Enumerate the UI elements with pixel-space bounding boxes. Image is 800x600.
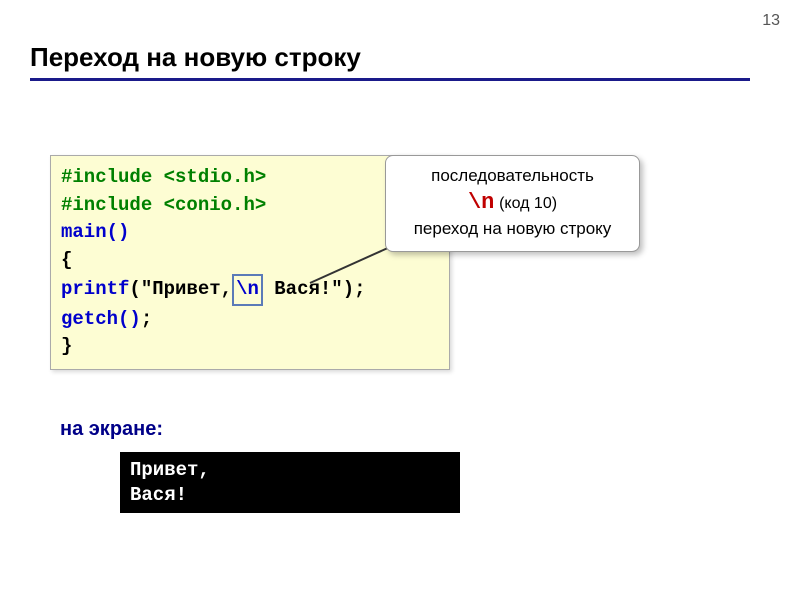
callout-symbol: \n [468,190,494,215]
callout-text: переход на новую строку [396,219,629,239]
callout-code10: (код 10) [499,195,557,212]
title-underline [30,78,750,81]
code-text: (" [129,278,152,300]
output-block: Привет, Вася! [120,452,460,513]
output-line: Вася! [130,483,450,508]
code-include-keyword: #include [61,166,164,188]
code-semicolon: ; [141,308,152,330]
code-main: main() [61,221,129,243]
code-brace: { [61,249,72,271]
code-include-lib: <conio.h> [164,194,267,216]
output-line: Привет, [130,458,450,483]
newline-highlight-box: \n [232,274,263,306]
code-printf: printf [61,278,129,300]
callout-pointer-line [305,245,395,285]
code-getch: getch [61,308,118,330]
code-text: Привет, [152,278,232,300]
code-include-lib: <stdio.h> [164,166,267,188]
callout-text: последовательность [396,166,629,186]
screen-label: на экране: [60,418,163,441]
page-number: 13 [762,12,780,30]
code-brace: } [61,335,72,357]
callout-box: последовательность \n (код 10) переход н… [385,155,640,252]
code-parens: () [118,308,141,330]
code-include-keyword: #include [61,194,164,216]
page-title: Переход на новую строку [30,42,361,73]
